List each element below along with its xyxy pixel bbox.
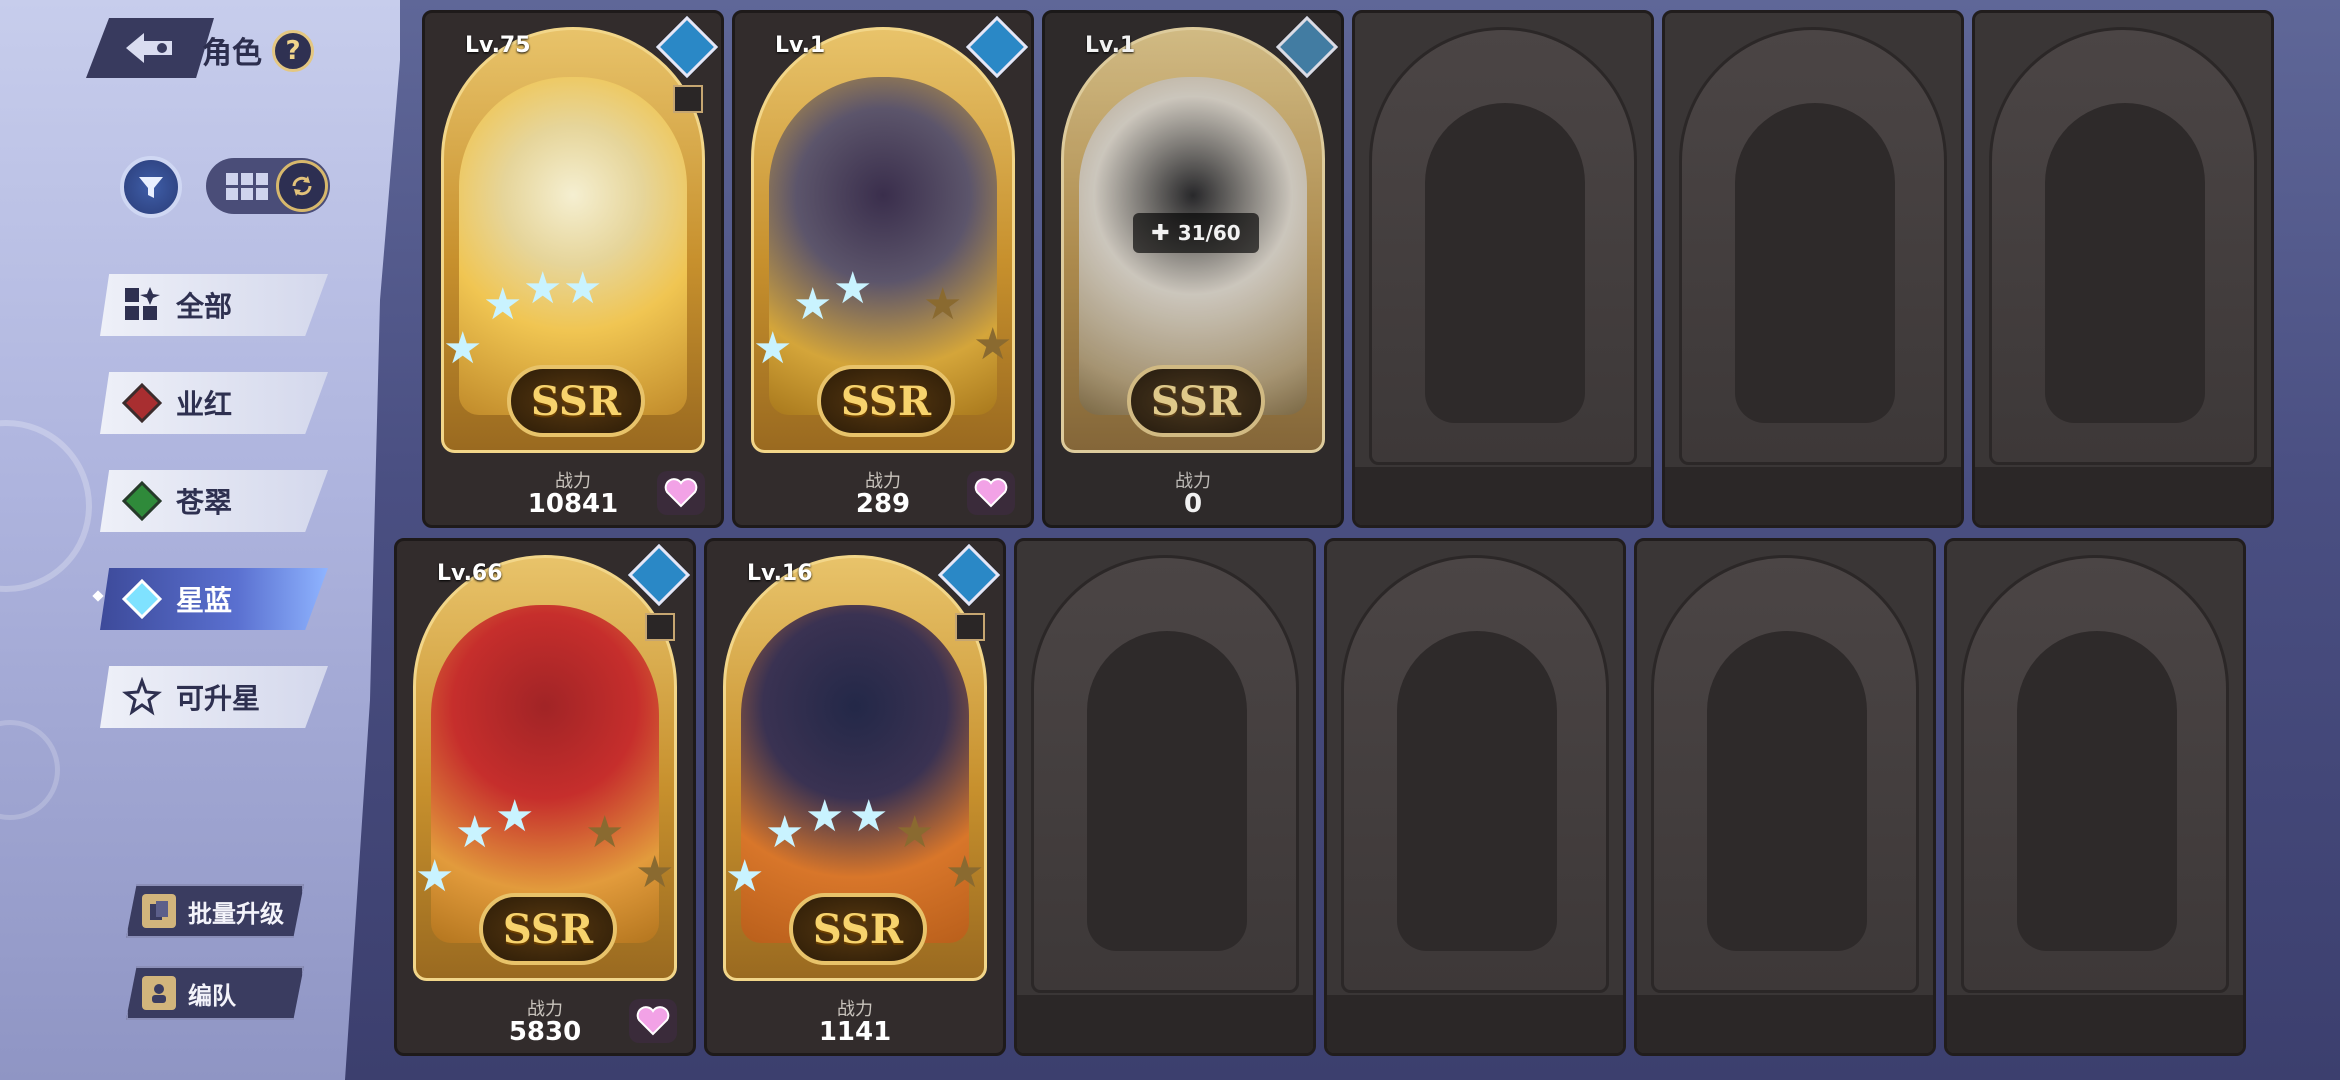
star-empty-icon: ★ <box>923 279 963 330</box>
category-blue[interactable]: 星蓝 <box>100 568 328 630</box>
category-label: 苍翠 <box>176 486 233 519</box>
star-up-icon <box>122 677 162 717</box>
favorite-heart-icon[interactable] <box>967 471 1015 515</box>
category-star-up[interactable]: 可升星 <box>100 666 328 728</box>
favorite-heart-icon[interactable] <box>629 999 677 1043</box>
blue-diamond-icon <box>122 579 162 619</box>
sidebar-decoration <box>0 720 60 820</box>
empty-card-slot <box>1662 10 1964 528</box>
team-button[interactable]: 编队 <box>126 966 304 1020</box>
character-card[interactable]: Lv.16 ★ ★ ★ ★ ★ ★ SSR 战力 1141 <box>704 538 1006 1056</box>
star-icon: ★ <box>495 791 535 842</box>
empty-card-slot <box>1324 538 1626 1056</box>
star-icon: ★ <box>805 791 845 842</box>
category-label: 业红 <box>176 388 233 421</box>
green-diamond-icon <box>122 481 162 521</box>
star-icon: ★ <box>415 851 455 902</box>
batch-upgrade-button[interactable]: 批量升级 <box>126 884 304 938</box>
level-label: Lv.1 <box>775 33 826 58</box>
refresh-icon[interactable] <box>276 160 328 212</box>
star-rating: ★ ★ ★ ★ ★ <box>415 795 685 902</box>
star-empty-icon: ★ <box>945 847 985 898</box>
empty-card-slot <box>1972 10 2274 528</box>
character-card[interactable]: Lv.1 ★ ★ ★ ★ ★ SSR 战力 289 <box>732 10 1034 528</box>
category-label: 可升星 <box>176 682 261 715</box>
power-value: 1141 <box>818 1017 892 1047</box>
rarity-badge: SSR <box>789 893 927 965</box>
star-icon: ★ <box>833 263 873 314</box>
star-icon: ★ <box>753 323 793 374</box>
favorite-heart-icon[interactable] <box>657 471 705 515</box>
all-grid-icon <box>122 285 162 325</box>
rarity-badge: SSR <box>1127 365 1265 437</box>
help-button[interactable]: ? <box>272 30 314 72</box>
star-rating: ★ ★ ★ ★ ★ ★ <box>725 795 995 902</box>
category-label: 星蓝 <box>176 584 233 617</box>
star-icon: ★ <box>725 851 765 902</box>
puzzle-piece-icon: ✚ <box>1151 220 1170 246</box>
character-card[interactable]: Lv.75 ★ ★ ★ ★ SSR 战力 10841 <box>422 10 724 528</box>
page-title: 角色 <box>202 36 262 71</box>
star-icon: ★ <box>523 263 563 314</box>
level-label: Lv.1 <box>1085 33 1136 58</box>
fragment-count: 31/60 <box>1177 221 1241 245</box>
character-card[interactable]: Lv.66 ★ ★ ★ ★ ★ SSR 战力 5830 <box>394 538 696 1056</box>
empty-card-slot <box>1352 10 1654 528</box>
rarity-badge: SSR <box>507 365 645 437</box>
equipment-badge-icon <box>955 613 985 641</box>
equipment-badge-icon <box>645 613 675 641</box>
star-icon: ★ <box>765 807 805 858</box>
level-label: Lv.66 <box>437 561 503 586</box>
star-empty-icon: ★ <box>635 847 675 898</box>
power-value: 0 <box>1183 489 1203 519</box>
batch-upgrade-label: 批量升级 <box>188 899 284 928</box>
back-arrow-icon <box>126 33 172 63</box>
category-label: 全部 <box>176 290 233 323</box>
category-green[interactable]: 苍翠 <box>100 470 328 532</box>
star-icon: ★ <box>793 279 833 330</box>
star-icon: ★ <box>563 263 603 314</box>
red-diamond-icon <box>122 383 162 423</box>
character-card-locked[interactable]: Lv.1 ✚ 31/60 SSR 战力 0 <box>1042 10 1344 528</box>
cards-icon <box>142 894 176 928</box>
star-empty-icon: ★ <box>895 807 935 858</box>
rarity-badge: SSR <box>479 893 617 965</box>
fragment-counter: ✚ 31/60 <box>1133 213 1259 253</box>
level-label: Lv.16 <box>747 561 813 586</box>
star-icon: ★ <box>849 791 889 842</box>
star-icon: ★ <box>483 279 523 330</box>
star-empty-icon: ★ <box>585 807 625 858</box>
category-red[interactable]: 业红 <box>100 372 328 434</box>
rarity-badge: SSR <box>817 365 955 437</box>
category-all[interactable]: 全部 <box>100 274 328 336</box>
view-toggle[interactable] <box>206 158 330 214</box>
star-icon: ★ <box>443 323 483 374</box>
equipment-badge-icon <box>673 85 703 113</box>
level-label: Lv.75 <box>465 33 531 58</box>
star-rating: ★ ★ ★ ★ ★ <box>753 267 1023 374</box>
star-empty-icon: ★ <box>973 319 1013 370</box>
team-icon <box>142 976 176 1010</box>
filter-button[interactable] <box>120 156 182 218</box>
team-label: 编队 <box>188 981 236 1010</box>
star-rating: ★ ★ ★ ★ <box>443 267 713 374</box>
empty-card-slot <box>1944 538 2246 1056</box>
empty-card-slot <box>1014 538 1316 1056</box>
funnel-icon <box>139 177 163 198</box>
empty-card-slot <box>1634 538 1936 1056</box>
star-icon: ★ <box>455 807 495 858</box>
sidebar-decoration <box>0 420 92 592</box>
grid-view-icon <box>226 172 268 200</box>
